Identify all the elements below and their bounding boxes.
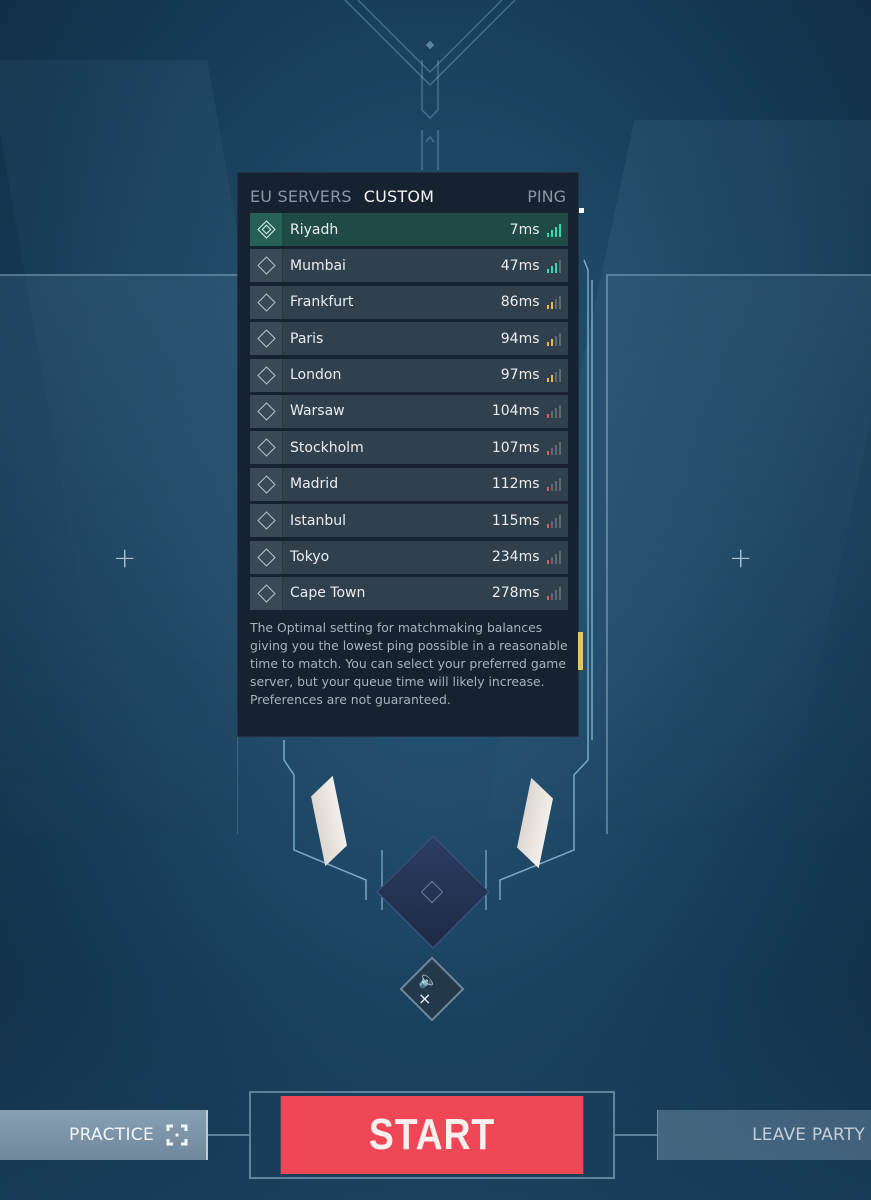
server-checkbox[interactable] [250,358,283,392]
server-city: Madrid [290,476,339,493]
server-ping: 97ms [500,367,540,384]
server-checkbox[interactable] [250,467,283,501]
signal-strength-icon [546,368,561,383]
server-city: Stockholm [290,439,364,456]
server-ping: 104ms [491,403,540,420]
server-ping: 94ms [500,330,540,347]
server-city: Tokyo [290,549,330,566]
signal-strength-icon [546,223,561,237]
server-row[interactable]: Madrid 112ms [250,467,568,501]
panel-header: EU SERVERS CUSTOM PING [250,185,566,207]
signal-strength-icon [546,259,561,273]
crosshair-icon [164,1122,190,1148]
server-row[interactable]: Warsaw 104ms [250,394,568,428]
leave-party-button[interactable]: LEAVE PARTY [657,1110,871,1160]
diamond-icon [256,511,276,530]
ping-column-header: PING [527,186,566,206]
server-row[interactable]: Tokyo 234ms [250,540,568,574]
diamond-checked-icon [256,220,276,239]
server-city: Riyadh [290,221,339,238]
server-ping: 115ms [491,512,540,529]
speaker-muted-icon: 🔈× [418,970,438,1008]
server-ping: 7ms [509,221,540,238]
practice-label: PRACTICE [69,1125,154,1145]
server-city: Cape Town [290,585,366,602]
server-description: The Optimal setting for matchmaking bala… [250,620,568,708]
diamond-icon [256,584,276,603]
diamond-icon [256,329,276,348]
signal-strength-icon [546,404,561,419]
server-row[interactable]: London 97ms [250,358,568,392]
button-connector [208,1134,249,1136]
server-checkbox[interactable] [250,213,283,246]
top-frame-decoration [344,0,516,170]
server-city: Mumbai [290,257,346,274]
signal-strength-icon [546,514,561,528]
server-row[interactable]: Frankfurt 86ms [250,285,568,319]
button-connector [615,1134,657,1136]
signal-strength-icon [546,550,561,565]
server-ping: 107ms [491,439,540,456]
server-ping: 234ms [491,549,540,566]
server-checkbox[interactable] [250,322,283,356]
diamond-icon [256,293,276,312]
server-row[interactable]: Istanbul 115ms [250,504,568,538]
server-ping: 112ms [491,476,540,493]
server-city: Warsaw [290,403,345,420]
diamond-icon [256,256,276,276]
server-row[interactable]: Riyadh 7ms [250,213,568,246]
scrollbar-thumb[interactable] [578,632,583,670]
practice-button[interactable]: PRACTICE [0,1110,208,1160]
add-player-right-icon[interactable]: + [729,544,752,572]
diamond-icon [256,365,276,385]
tab-eu-servers[interactable]: EU SERVERS [250,187,352,206]
diamond-icon [256,547,276,567]
server-row[interactable]: Cape Town 278ms [250,576,568,610]
diamond-icon [256,438,276,458]
server-row[interactable]: Paris 94ms [250,322,568,356]
server-row[interactable]: Stockholm 107ms [250,431,568,465]
signal-strength-icon [546,332,561,346]
server-select-panel: EU SERVERS CUSTOM PING Riyadh 7ms Mumbai 47… [237,172,579,737]
server-checkbox[interactable] [250,576,283,610]
server-checkbox[interactable] [250,249,283,283]
server-ping: 278ms [491,585,540,602]
server-city: Istanbul [290,512,347,529]
server-checkbox[interactable] [250,431,283,465]
server-row[interactable]: Mumbai 47ms [250,249,568,283]
signal-strength-icon [546,441,561,455]
server-checkbox[interactable] [250,504,283,538]
server-city: Frankfurt [290,294,354,311]
server-city: London [290,367,342,384]
add-player-left-icon[interactable]: + [113,544,136,572]
server-checkbox[interactable] [250,540,283,574]
leave-party-label: LEAVE PARTY [752,1125,865,1145]
server-list: Riyadh 7ms Mumbai 47ms Frankfurt 86ms Paris 94m… [250,213,568,613]
signal-strength-icon [546,586,561,601]
start-button[interactable]: START [280,1096,584,1174]
diamond-icon [256,402,276,421]
scroll-marker [579,208,584,213]
diamond-icon [256,475,276,494]
signal-strength-icon [546,477,561,492]
server-city: Paris [290,330,324,347]
server-checkbox[interactable] [250,285,283,319]
tab-custom[interactable]: CUSTOM [364,187,434,206]
server-ping: 86ms [500,294,540,311]
start-button-frame: START [249,1091,615,1179]
server-ping: 47ms [500,257,540,274]
signal-strength-icon [546,295,561,310]
server-checkbox[interactable] [250,394,283,428]
